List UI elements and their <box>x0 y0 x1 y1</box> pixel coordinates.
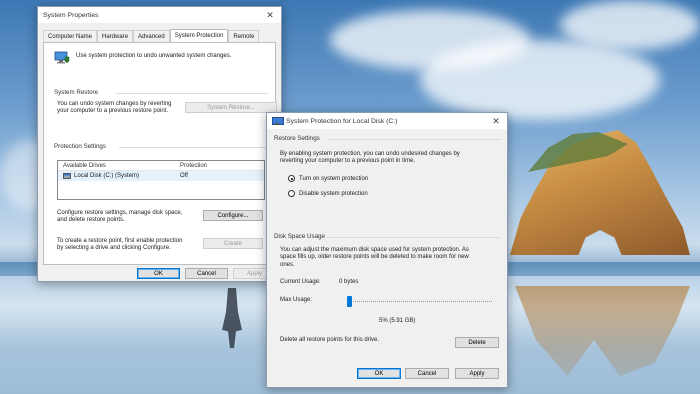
tab-system-protection[interactable]: System Protection <box>169 29 229 42</box>
window-title: System Properties <box>43 11 99 19</box>
turn-on-protection-radio[interactable]: Turn on system protection <box>288 175 368 182</box>
ok-button[interactable]: OK <box>357 368 401 379</box>
system-protection-icon <box>54 51 70 64</box>
close-icon[interactable]: ✕ <box>264 10 276 21</box>
disable-protection-radio[interactable]: Disable system protection <box>288 190 368 197</box>
apply-button[interactable]: Apply <box>455 368 499 379</box>
tab-computer-name[interactable]: Computer Name <box>43 30 98 42</box>
system-restore-text: You can undo system changes by reverting… <box>57 101 172 115</box>
divider <box>116 93 268 94</box>
cloud <box>420 40 660 120</box>
title-bar: System Properties ✕ <box>38 7 281 23</box>
configure-text: Configure restore settings, manage disk … <box>57 210 183 224</box>
drive-row-c[interactable]: Local Disk (C:) (System) Off <box>58 171 264 181</box>
current-usage-label: Current Usage: <box>280 279 321 285</box>
ok-button[interactable]: OK <box>137 268 180 279</box>
radio-unselected-icon <box>288 190 295 197</box>
local-disk-icon <box>63 173 71 179</box>
close-icon[interactable]: ✕ <box>490 116 502 127</box>
divider <box>327 139 501 140</box>
cancel-button[interactable]: Cancel <box>405 368 449 379</box>
delete-button[interactable]: Delete <box>455 337 499 348</box>
create-button[interactable]: Create <box>203 238 263 249</box>
drive-protection-status: Off <box>180 173 188 179</box>
restore-settings-heading: Restore Settings <box>274 135 320 142</box>
tab-remote[interactable]: Remote <box>228 30 260 42</box>
delete-restore-points-text: Delete all restore points for this drive… <box>280 337 380 343</box>
protection-settings-heading: Protection Settings <box>54 143 106 150</box>
tab-strip: Computer Name Hardware Advanced System P… <box>43 29 260 42</box>
tab-advanced[interactable]: Advanced <box>133 30 170 42</box>
max-usage-value: 5% (5.91 GB) <box>379 318 416 324</box>
system-restore-button[interactable]: System Restore... <box>185 102 277 113</box>
cloud <box>560 0 700 50</box>
create-text: To create a restore point, first enable … <box>57 238 183 252</box>
radio-selected-icon <box>288 175 295 182</box>
system-protection-panel: Use system protection to undo unwanted s… <box>43 42 277 265</box>
divider <box>119 147 268 148</box>
restore-settings-text: By enabling system protection, you can u… <box>280 151 460 165</box>
system-protection-dialog: System Protection for Local Disk (C:) ✕ … <box>266 112 508 388</box>
system-properties-window: System Properties ✕ Computer Name Hardwa… <box>37 6 282 282</box>
intro-text: Use system protection to undo unwanted s… <box>76 53 232 59</box>
disk-space-usage-heading: Disk Space Usage <box>274 233 325 240</box>
dialog-title: System Protection for Local Disk (C:) <box>286 117 398 125</box>
column-protection[interactable]: Protection <box>176 163 207 169</box>
current-usage-value: 0 bytes <box>339 279 359 285</box>
system-restore-heading: System Restore <box>54 89 99 96</box>
drive-name: Local Disk (C:) (System) <box>74 173 140 179</box>
tab-hardware[interactable]: Hardware <box>97 30 134 42</box>
drive-icon <box>272 117 284 125</box>
drives-list-header: Available Drives Protection <box>58 161 264 171</box>
divider <box>327 237 501 238</box>
disk-usage-text: You can adjust the maximum disk space us… <box>280 247 469 268</box>
cancel-button[interactable]: Cancel <box>185 268 228 279</box>
max-usage-slider-track[interactable] <box>347 301 492 302</box>
title-bar: System Protection for Local Disk (C:) ✕ <box>267 113 507 129</box>
column-available-drives[interactable]: Available Drives <box>58 163 176 169</box>
max-usage-label: Max Usage: <box>280 297 313 303</box>
configure-button[interactable]: Configure... <box>203 210 263 221</box>
max-usage-slider-thumb[interactable] <box>347 296 353 307</box>
drives-list: Available Drives Protection Local Disk (… <box>57 160 265 200</box>
